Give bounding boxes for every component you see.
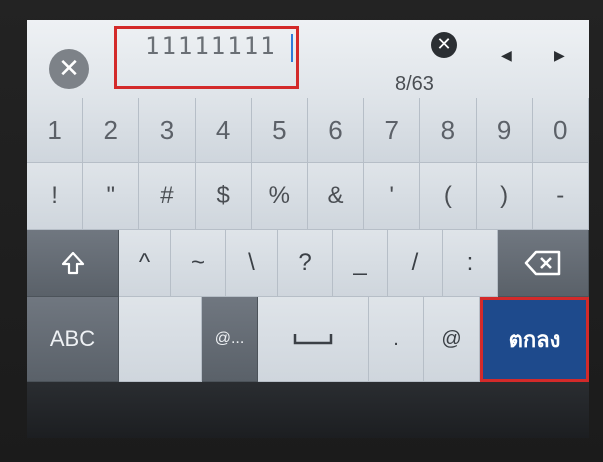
screen-bottom-edge [27,382,589,438]
key-caret[interactable]: ^ [119,230,171,297]
abc-mode-key[interactable]: ABC [27,297,119,382]
key-3[interactable]: 3 [139,98,196,163]
cursor-right-icon[interactable]: ▶ [554,48,565,64]
key-slash[interactable]: / [388,230,443,297]
key-percent[interactable]: % [251,163,308,230]
space-bar-icon [293,334,333,345]
key-dollar[interactable]: $ [195,163,252,230]
keyboard-row-symbols: ! " # $ % & ' ( ) - [27,163,589,230]
key-close-paren[interactable]: ) [476,163,533,230]
key-4[interactable]: 4 [195,98,252,163]
blank-key [119,297,202,382]
key-9[interactable]: 9 [476,98,533,163]
key-5[interactable]: 5 [251,98,308,163]
keyboard-row-3: ^ ~ \ ? _ / : [27,230,589,297]
at-more-key[interactable]: @... [202,297,258,382]
key-at[interactable]: @ [424,297,480,382]
key-exclamation[interactable]: ! [27,163,84,230]
key-0[interactable]: 0 [532,98,589,163]
key-hyphen[interactable]: - [532,163,589,230]
key-tilde[interactable]: ~ [171,230,226,297]
keyboard-row-digits: 1 2 3 4 5 6 7 8 9 0 [27,98,589,163]
backspace-key[interactable] [498,230,589,297]
key-open-paren[interactable]: ( [420,163,477,230]
clear-field-icon[interactable]: ✕ [431,32,457,58]
key-underscore[interactable]: _ [333,230,388,297]
input-bar: ✕ 11111111 ✕ 8/63 ◀ ▶ [27,20,589,98]
key-1[interactable]: 1 [27,98,84,163]
key-ampersand[interactable]: & [307,163,365,230]
keyboard-row-4: ABC @... . @ ตกลง [27,297,589,382]
key-colon[interactable]: : [443,230,498,297]
backspace-icon [524,250,561,276]
touch-screen: ✕ 11111111 ✕ 8/63 ◀ ▶ 1 2 3 4 5 6 7 8 9 … [27,20,589,438]
close-circle-icon[interactable]: ✕ [49,49,89,89]
cursor-left-icon[interactable]: ◀ [501,48,512,64]
key-6[interactable]: 6 [307,98,365,163]
input-value: 11111111 [145,32,277,60]
key-8[interactable]: 8 [420,98,477,163]
shift-arrow-icon [61,251,84,275]
character-counter: 8/63 [395,73,434,95]
key-7[interactable]: 7 [364,98,421,163]
shift-key[interactable] [27,230,119,297]
space-key[interactable] [258,297,369,382]
key-double-quote[interactable]: " [83,163,140,230]
key-2[interactable]: 2 [83,98,140,163]
key-apostrophe[interactable]: ' [364,163,421,230]
key-period[interactable]: . [369,297,424,382]
key-question[interactable]: ? [278,230,333,297]
text-caret [291,34,293,62]
key-hash[interactable]: # [139,163,196,230]
key-backslash[interactable]: \ [226,230,278,297]
ok-enter-button[interactable]: ตกลง [480,297,589,382]
